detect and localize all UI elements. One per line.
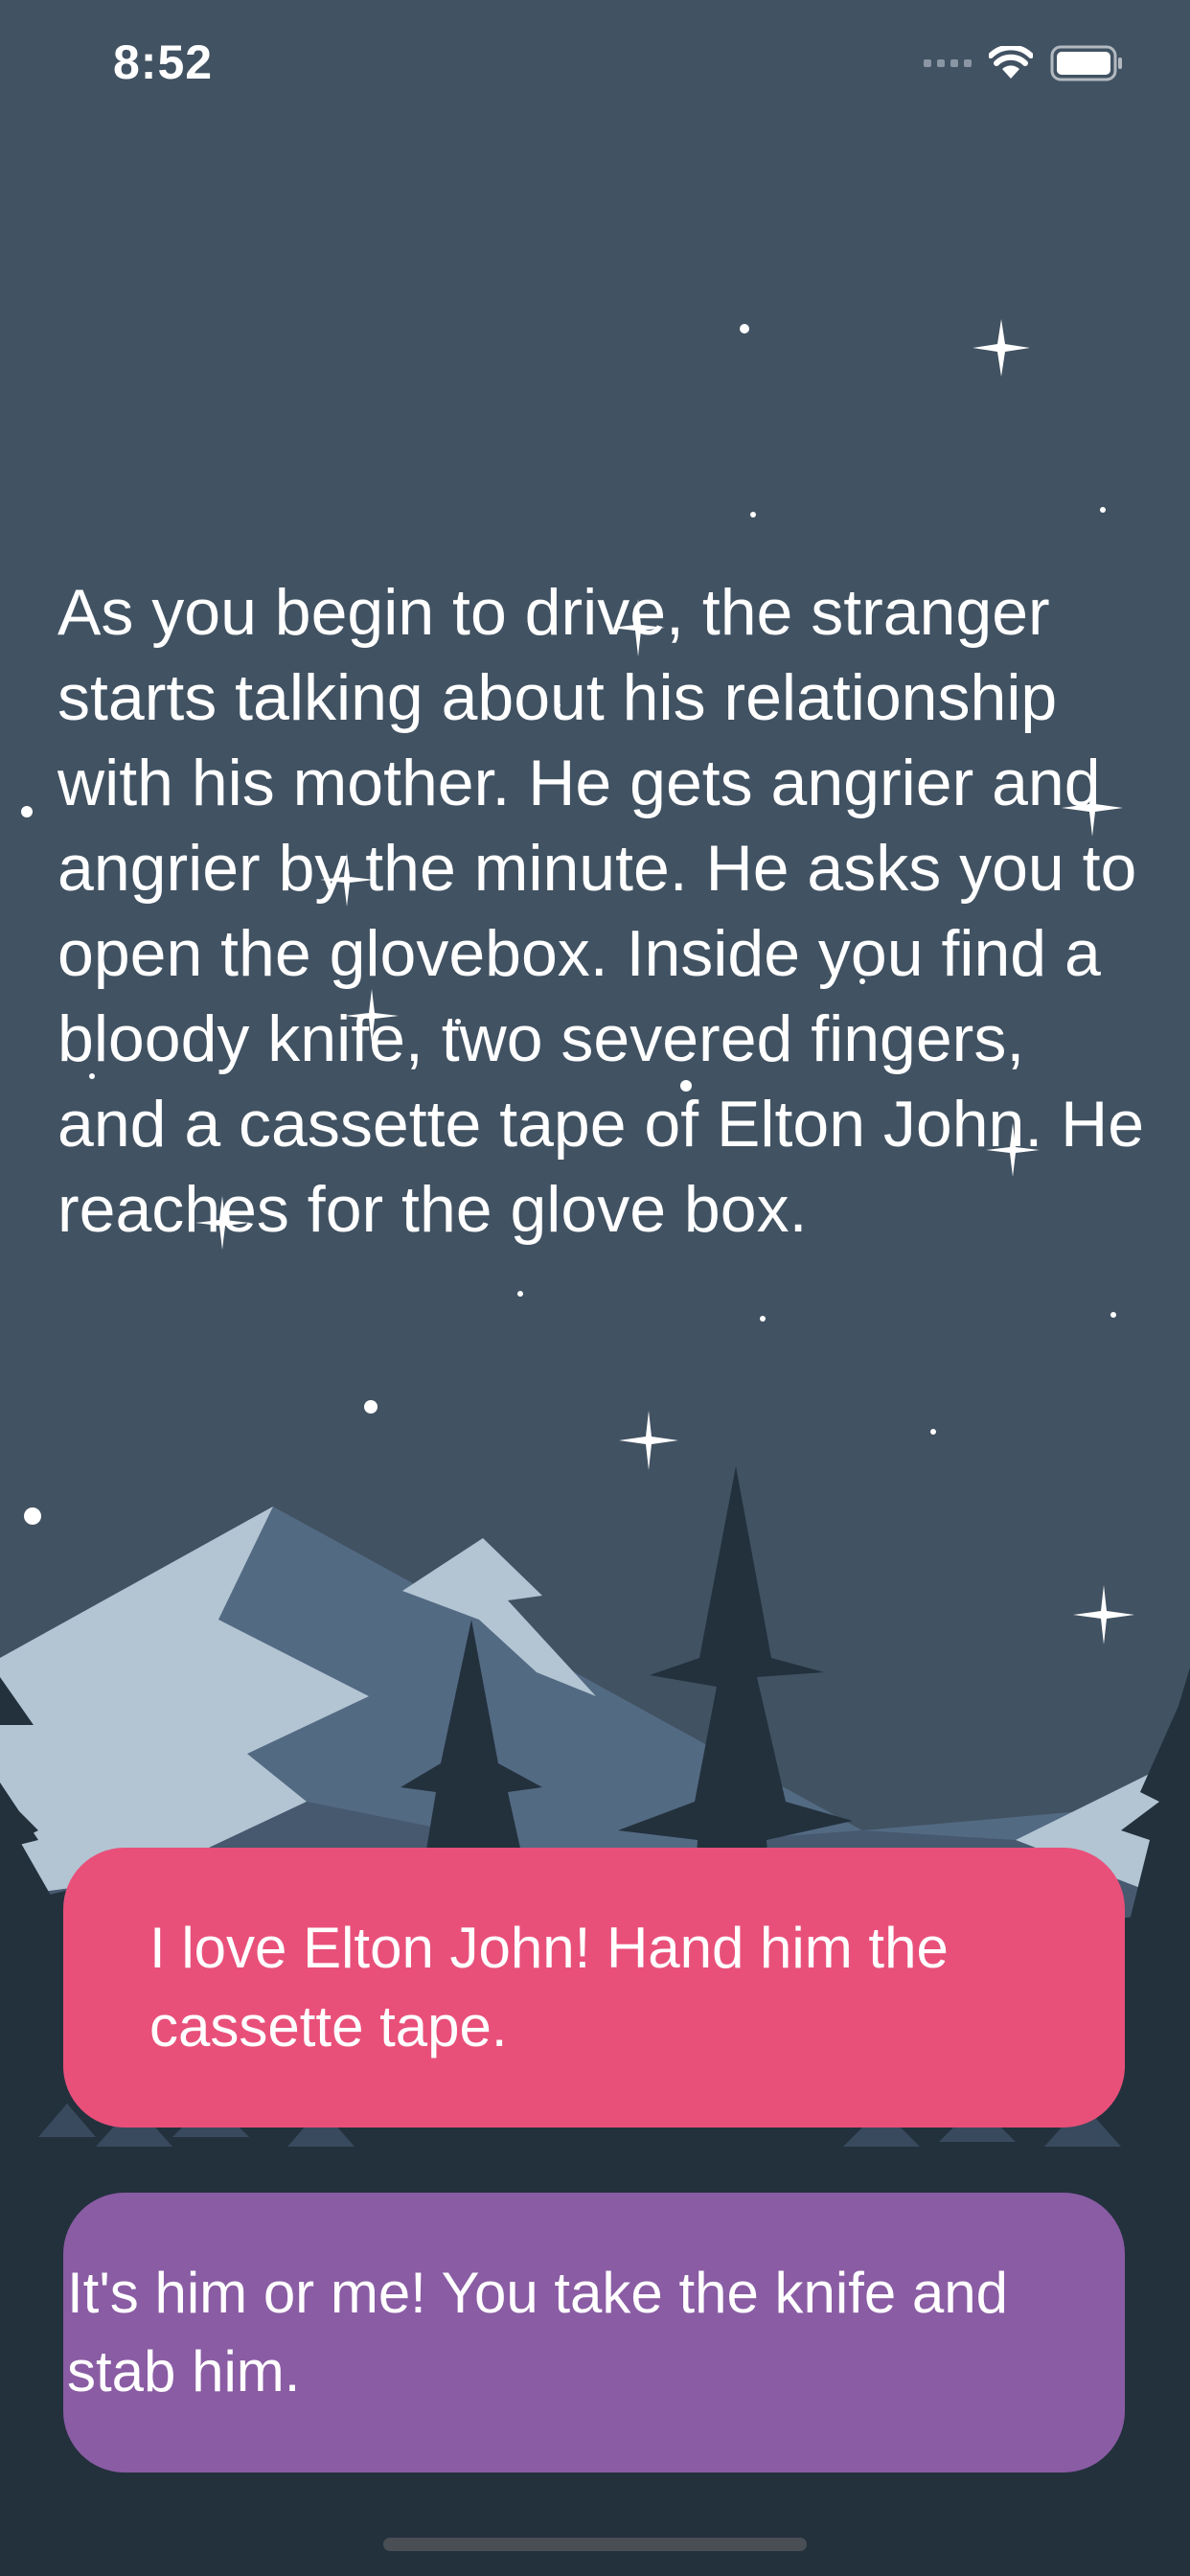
choice-button-elton-john[interactable]: I love Elton John! Hand him the cassette… (63, 1848, 1125, 2128)
sparkle-icon (973, 319, 1030, 377)
star-dot (21, 806, 33, 817)
choice-label: It's him or me! You take the knife and s… (67, 2261, 1009, 2404)
sparkle-icon (1073, 1585, 1134, 1644)
star-dot (1100, 507, 1106, 513)
star-dot (930, 1429, 936, 1435)
star-dot (740, 324, 749, 334)
night-scenery (0, 319, 1190, 2576)
star-dot (24, 1507, 41, 1525)
game-screen: 8:52 As you begin to drive, the stranger… (0, 0, 1190, 2576)
story-text: As you begin to drive, the stranger star… (57, 576, 1145, 1246)
status-time: 8:52 (113, 35, 214, 89)
choice-button-stab[interactable]: It's him or me! You take the knife and s… (63, 2193, 1125, 2472)
star-dot (517, 1291, 523, 1297)
cellular-signal-icon (924, 59, 972, 67)
status-icons (924, 42, 1125, 84)
star-dot (760, 1316, 766, 1322)
star-dot (364, 1400, 378, 1414)
choice-label: I love Elton John! Hand him the cassette… (149, 1916, 949, 2058)
star-dot (750, 512, 756, 518)
battery-icon (1050, 45, 1122, 81)
sparkle-icon (619, 1411, 678, 1470)
star-dot (1110, 1312, 1116, 1318)
wifi-icon (989, 46, 1033, 79)
home-indicator[interactable] (383, 2538, 807, 2551)
